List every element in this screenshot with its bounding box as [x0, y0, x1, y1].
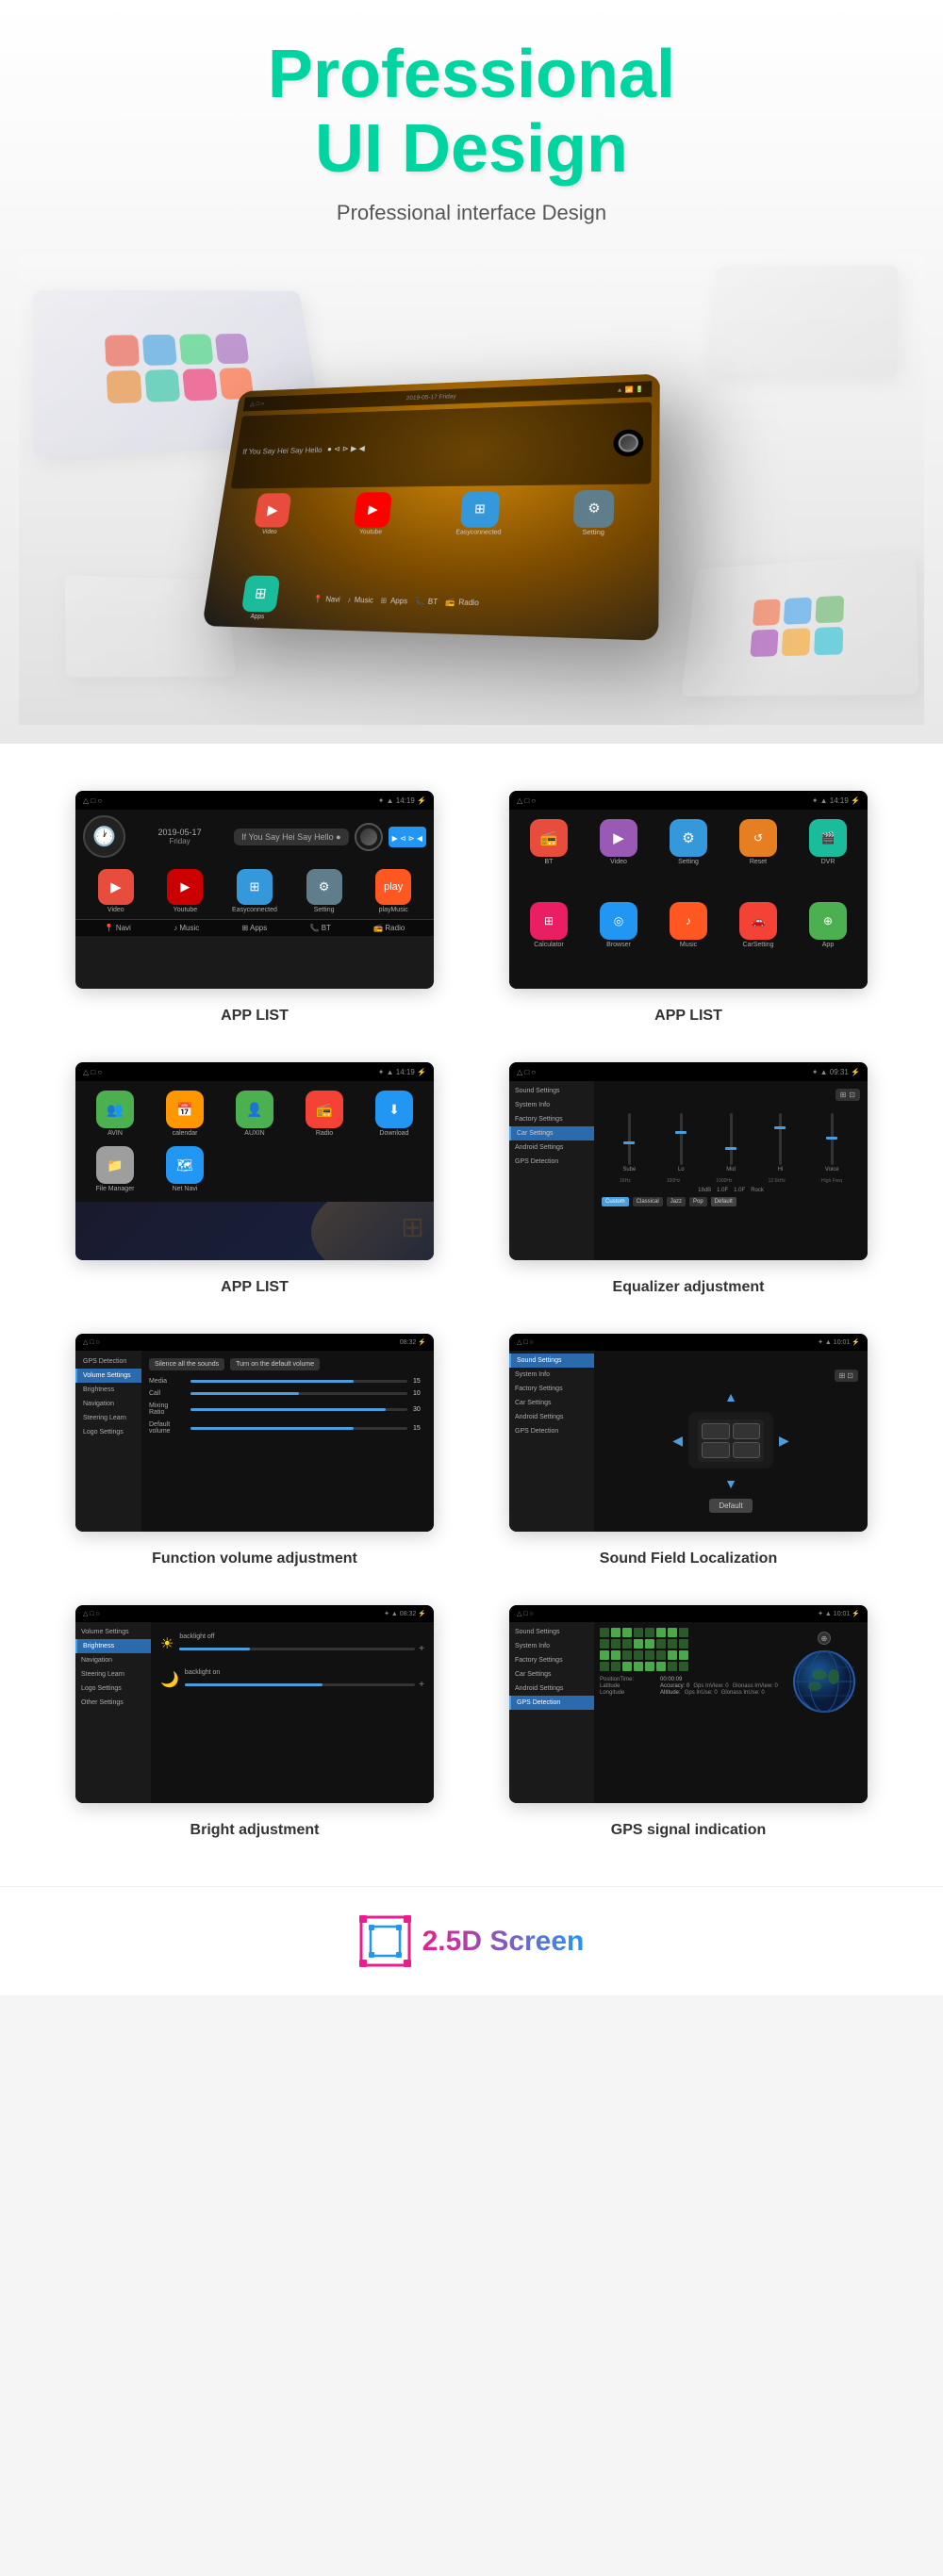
gps-screen: △ □ ○ ✦ ▲ 10:01 ⚡ Sound Settings System …	[509, 1605, 868, 1803]
equalizer-screen: △ □ ○ ✦ ▲ 09:31 ⚡ Sound Settings System …	[509, 1062, 868, 1260]
feature-gps: △ □ ○ ✦ ▲ 10:01 ⚡ Sound Settings System …	[490, 1605, 886, 1839]
feature-app-list-3: △ □ ○ ✦ ▲ 14:19 ⚡ 👥 AVIN 📅 calendar 👤 AU…	[57, 1062, 453, 1296]
feature-app-list-1-label: APP LIST	[221, 1008, 289, 1025]
app-list-screen-1: △ □ ○ ✦ ▲ 14:19 ⚡ 🕐 2019-05-17 Friday If…	[75, 791, 434, 989]
features-grid: △ □ ○ ✦ ▲ 14:19 ⚡ 🕐 2019-05-17 Friday If…	[0, 744, 943, 1886]
feature-brightness-label: Bright adjustment	[190, 1822, 320, 1839]
screen-badge: 2.5D Screen	[359, 1915, 585, 1967]
main-device-screen: △ □ ○ 2019-05-17 Friday ▲ 📶 🔋 If You Say…	[202, 374, 660, 641]
screen-badge-text: 2.5D Screen	[422, 1926, 585, 1958]
feature-soundfield: △ □ ○ ✦ ▲ 10:01 ⚡ Sound Settings System …	[490, 1334, 886, 1567]
feature-volume-label: Function volume adjustment	[152, 1551, 357, 1567]
hero-device-scene: △ □ ○ 2019-05-17 Friday ▲ 📶 🔋 If You Say…	[19, 254, 924, 725]
feature-app-list-2-label: APP LIST	[654, 1008, 722, 1025]
feature-gps-label: GPS signal indication	[611, 1822, 766, 1839]
feature-brightness: △ □ ○ ✦ ▲ 08:32 ⚡ Volume Settings Bright…	[57, 1605, 453, 1839]
hero-title: Professional UI Design	[19, 38, 924, 187]
feature-soundfield-label: Sound Field Localization	[600, 1551, 777, 1567]
hero-subtitle: Professional interface Design	[19, 201, 924, 225]
feature-app-list-1: △ □ ○ ✦ ▲ 14:19 ⚡ 🕐 2019-05-17 Friday If…	[57, 791, 453, 1025]
soundfield-screen: △ □ ○ ✦ ▲ 10:01 ⚡ Sound Settings System …	[509, 1334, 868, 1532]
bg-device-2	[706, 266, 898, 379]
brightness-screen: △ □ ○ ✦ ▲ 08:32 ⚡ Volume Settings Bright…	[75, 1605, 434, 1803]
app-list-screen-2: △ □ ○ ✦ ▲ 14:19 ⚡ 📻 BT ▶ Video ⚙ Se	[509, 791, 868, 989]
volume-screen: △ □ ○ 08:32 ⚡ GPS Detection Volume Setti…	[75, 1334, 434, 1532]
hero-section: Professional UI Design Professional inte…	[0, 0, 943, 744]
feature-app-list-3-label: APP LIST	[221, 1279, 289, 1296]
bg-device-3	[681, 554, 918, 697]
screen-badge-icon	[359, 1915, 411, 1967]
feature-volume: △ □ ○ 08:32 ⚡ GPS Detection Volume Setti…	[57, 1334, 453, 1567]
bottom-badge: 2.5D Screen	[0, 1886, 943, 1995]
feature-app-list-2: △ □ ○ ✦ ▲ 14:19 ⚡ 📻 BT ▶ Video ⚙ Se	[490, 791, 886, 1025]
feature-equalizer: △ □ ○ ✦ ▲ 09:31 ⚡ Sound Settings System …	[490, 1062, 886, 1296]
app-list-screen-3: △ □ ○ ✦ ▲ 14:19 ⚡ 👥 AVIN 📅 calendar 👤 AU…	[75, 1062, 434, 1260]
feature-equalizer-label: Equalizer adjustment	[613, 1279, 765, 1296]
